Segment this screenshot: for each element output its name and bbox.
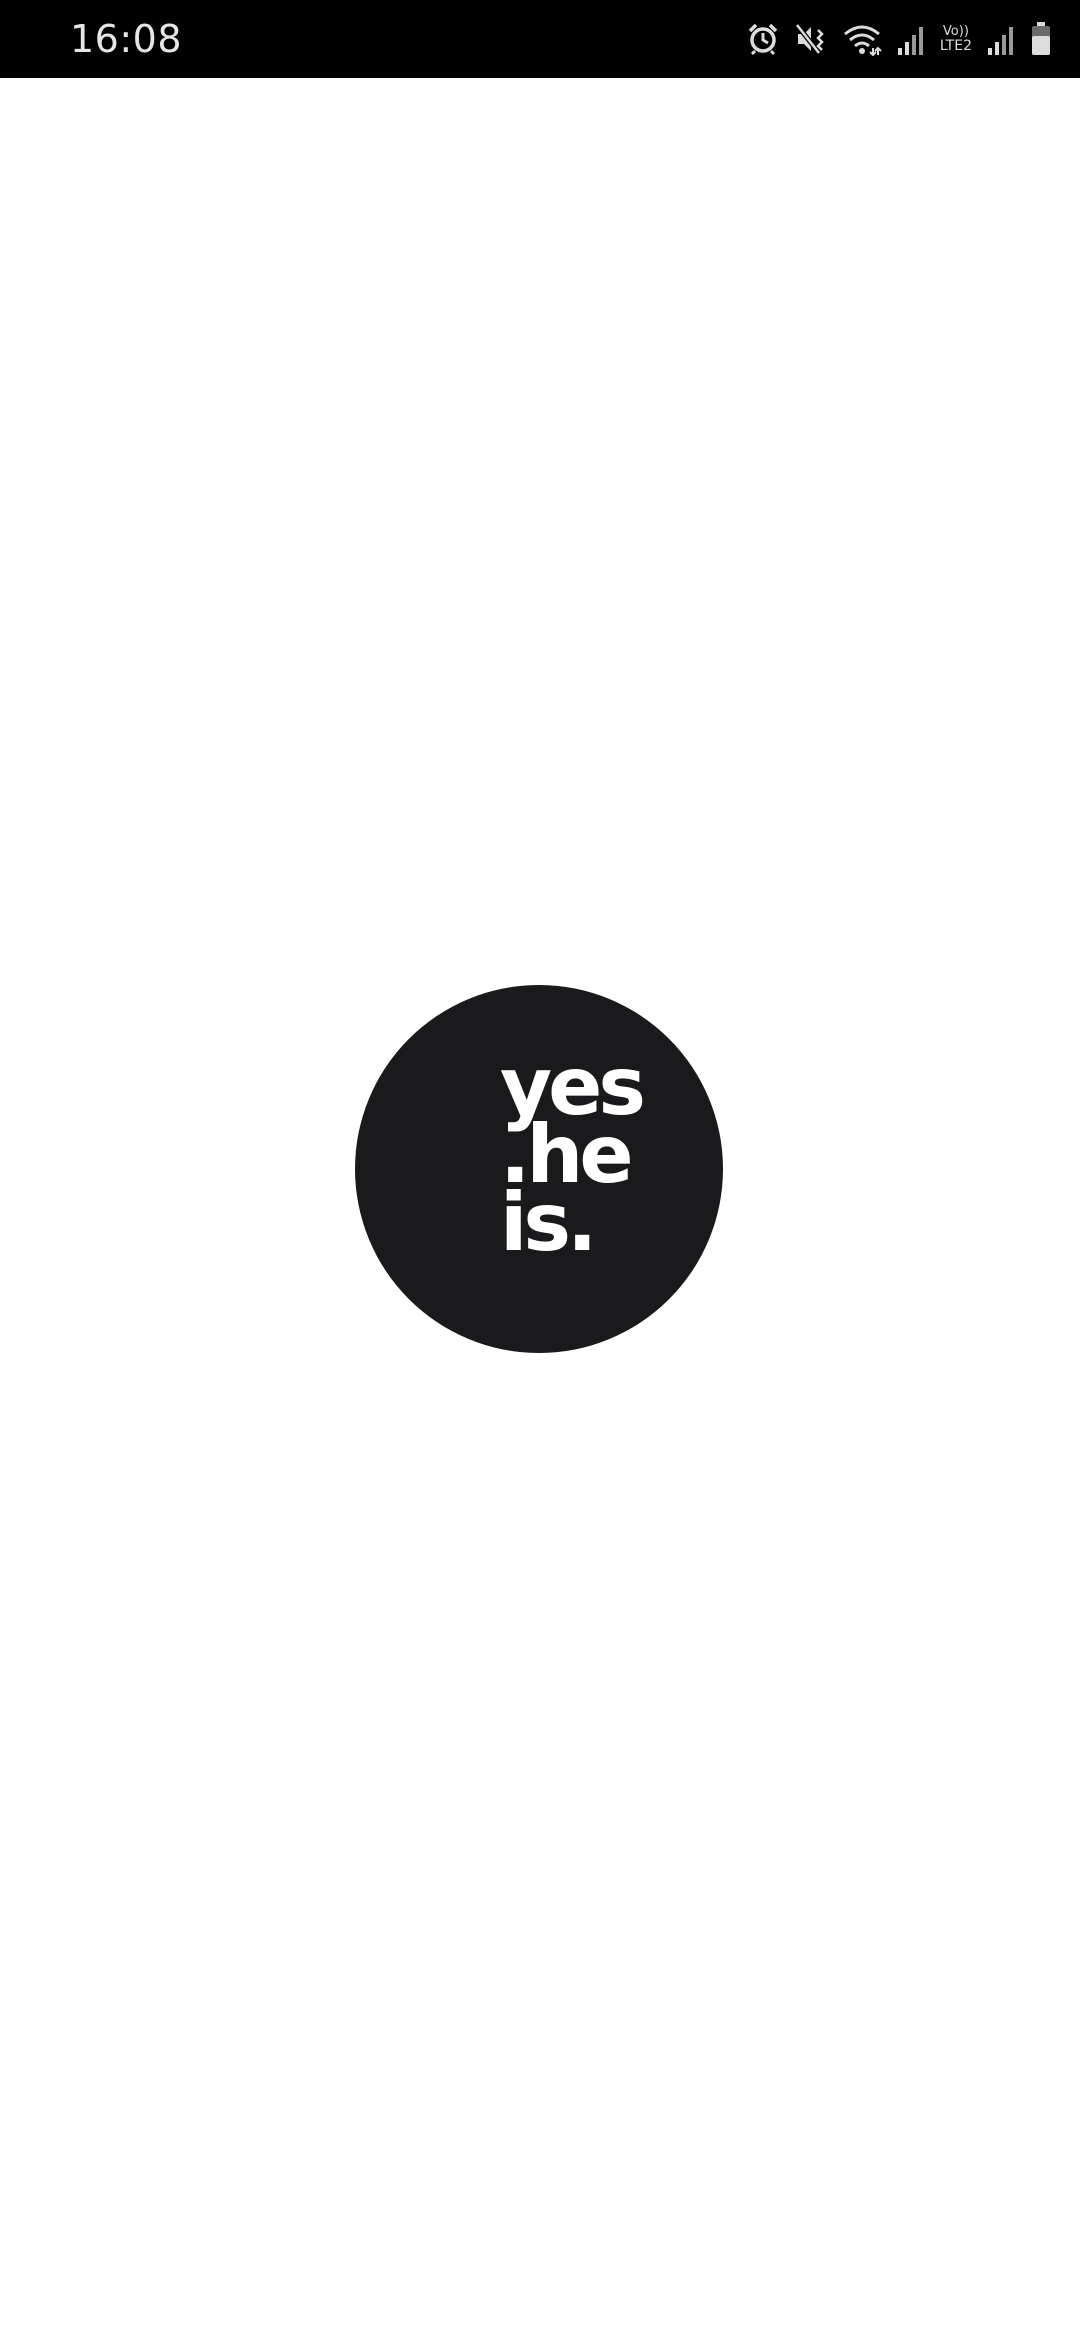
mute-icon	[794, 22, 828, 56]
status-time: 16:08	[70, 17, 183, 61]
signal-icon	[986, 22, 1016, 56]
logo-text-line: is.	[500, 1176, 597, 1269]
wifi-icon	[842, 22, 882, 56]
signal-icon	[896, 22, 926, 56]
status-bar: 16:08 Vo)) LTE2	[0, 0, 1080, 78]
brand-logo: yes .he is.	[355, 985, 723, 1353]
battery-icon	[1030, 21, 1052, 57]
volte-indicator: Vo)) LTE2	[939, 24, 972, 54]
splash-screen: 16:08 Vo)) LTE2 yes .he is.	[0, 0, 1080, 2340]
alarm-icon	[746, 22, 780, 56]
status-icons: Vo)) LTE2	[746, 14, 1052, 64]
